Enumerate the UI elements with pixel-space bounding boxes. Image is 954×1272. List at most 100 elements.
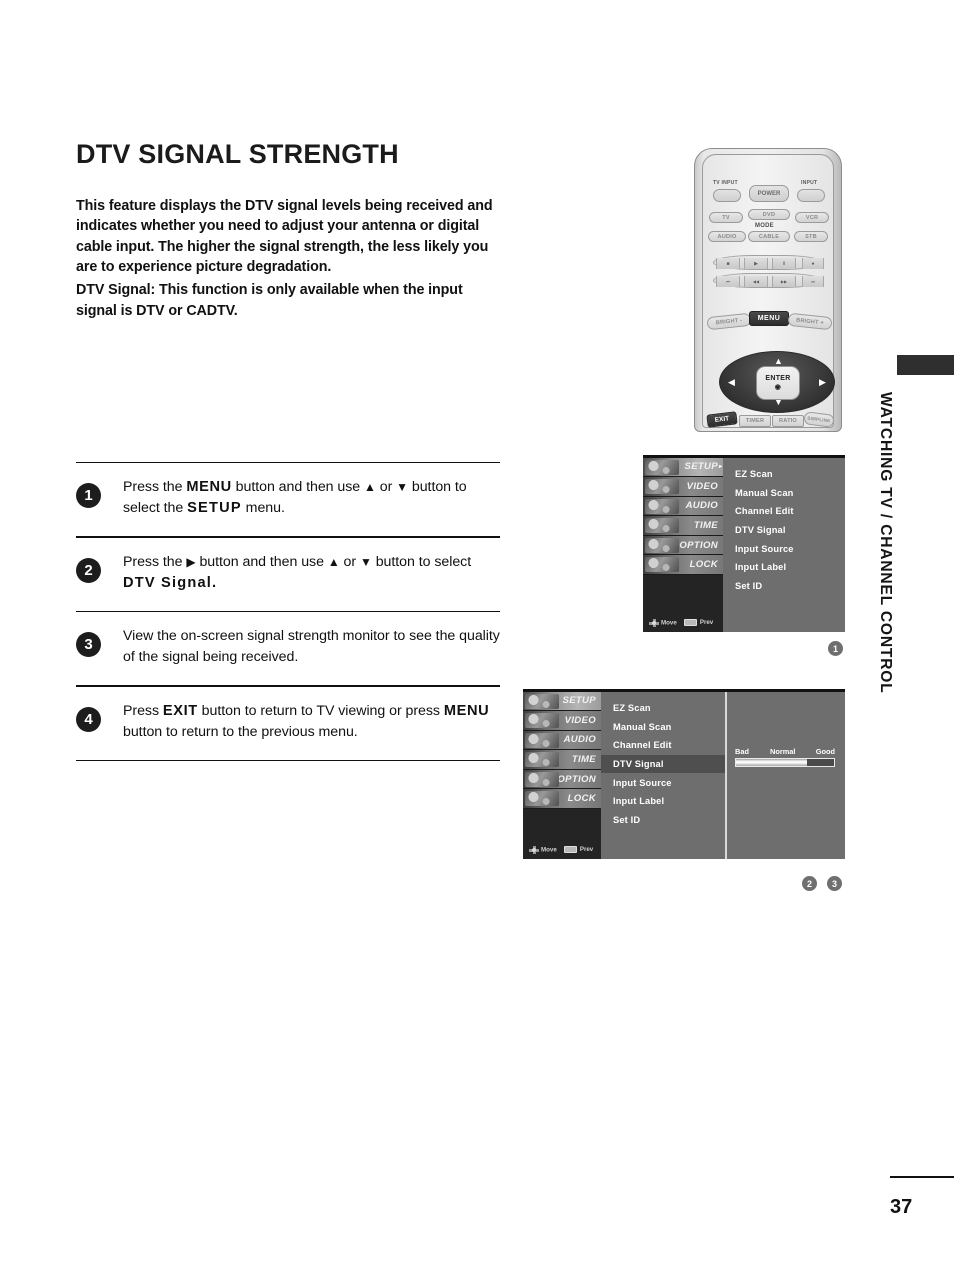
tv-mode-button[interactable]: TV <box>709 212 743 223</box>
signal-label-good: Good <box>815 747 835 756</box>
osd-sidebar-item-label: AUDIO <box>563 734 596 746</box>
tv-input-button[interactable] <box>713 189 741 202</box>
osd-sidebar-item-setup[interactable]: SETUP ▸ <box>643 457 723 478</box>
osd-menu-item-set-id[interactable]: Set ID <box>723 577 845 596</box>
osd-sidebar-item-time[interactable]: TIME <box>643 516 723 536</box>
dpad-icon <box>649 619 659 627</box>
remote-control-illustration: TV INPUT POWER INPUT TV DVD VCR MODE AUD… <box>694 148 842 432</box>
osd-sidebar: SETUP ▸ VIDEO AUDIO TIME OPTION LOCK Move Prev <box>643 457 723 632</box>
osd-menu-item-input-label[interactable]: Input Label <box>723 558 845 577</box>
transport-row-2: ⏮ ◀◀ ▶▶ ⏭ <box>713 273 824 288</box>
osd-sidebar-item-label: TIME <box>693 520 718 532</box>
dpad[interactable]: ▲ ▼ ◀ ▶ ENTER ◉ <box>719 351 835 413</box>
osd-menu-item-channel-edit[interactable]: Channel Edit <box>601 736 725 755</box>
osd-sidebar-item-time[interactable]: TIME <box>523 750 601 770</box>
osd-menu-item-manual-scan[interactable]: Manual Scan <box>601 718 725 737</box>
step-text: Press the MENU button and then use ▲ or … <box>123 479 467 517</box>
rewind-button[interactable]: ◀◀ <box>744 276 768 287</box>
osd-sidebar-item-label: TIME <box>571 754 596 766</box>
osd-hint-bar: Move Prev <box>649 619 713 627</box>
fast-forward-button[interactable]: ▶▶ <box>772 276 796 287</box>
bright-plus-button[interactable]: BRIGHT + <box>787 312 833 331</box>
osd-screenshot-1: SETUP ▸ VIDEO AUDIO TIME OPTION LOCK Move Prev… <box>643 455 845 632</box>
osd-sidebar-item-video[interactable]: VIDEO <box>523 711 601 731</box>
stop-button[interactable]: ■ <box>716 258 740 269</box>
osd-menu-item-manual-scan[interactable]: Manual Scan <box>723 484 845 503</box>
step-1: 1 Press the MENU button and then use ▲ o… <box>76 463 500 536</box>
exit-button[interactable]: EXIT <box>706 411 738 428</box>
skip-forward-button[interactable]: ⏭ <box>802 276 824 287</box>
osd-menu-item-input-label[interactable]: Input Label <box>601 792 725 811</box>
osd-menu-item-channel-edit[interactable]: Channel Edit <box>723 502 845 521</box>
osd-sidebar-item-video[interactable]: VIDEO <box>643 477 723 497</box>
prev-hint: Prev <box>563 846 593 854</box>
osd-menu-item-ez-scan[interactable]: EZ Scan <box>601 699 725 718</box>
content-column: DTV SIGNAL STRENGTH This feature display… <box>76 139 500 322</box>
vcr-mode-button[interactable]: VCR <box>795 212 829 223</box>
osd-hint-bar: Move Prev <box>529 846 593 854</box>
audio-mode-button[interactable]: AUDIO <box>708 231 746 242</box>
move-hint: Move <box>649 619 677 627</box>
down-arrow-icon: ▼ <box>359 554 372 569</box>
osd-menu-item-dtv-signal[interactable]: DTV Signal <box>723 521 845 540</box>
ratio-button[interactable]: RATIO <box>772 415 804 427</box>
menu-button[interactable]: MENU <box>749 311 789 326</box>
osd-menu-item-input-source[interactable]: Input Source <box>601 773 725 792</box>
setup-key: SETUP <box>187 500 242 517</box>
cable-mode-button[interactable]: CABLE <box>748 231 790 242</box>
osd-sidebar-item-option[interactable]: OPTION <box>523 769 601 790</box>
dpad-right-icon[interactable]: ▶ <box>819 378 826 387</box>
manual-page: DTV SIGNAL STRENGTH This feature display… <box>0 0 954 1272</box>
enter-dot-icon: ◉ <box>774 384 782 391</box>
signal-bar-fill <box>736 759 807 766</box>
up-arrow-icon: ▲ <box>327 554 340 569</box>
menu-key-icon <box>563 846 577 854</box>
record-button[interactable]: ● <box>802 258 824 269</box>
power-button[interactable]: POWER <box>749 185 789 202</box>
osd-sidebar-item-audio[interactable]: AUDIO <box>643 496 723 517</box>
figure-badge-1: 1 <box>828 641 843 656</box>
mode-label: MODE <box>755 223 774 229</box>
osd-sidebar-item-lock[interactable]: LOCK <box>643 555 723 576</box>
skip-back-button[interactable]: ⏮ <box>716 276 740 287</box>
osd-sidebar-item-lock[interactable]: LOCK <box>523 789 601 810</box>
input-label: INPUT <box>801 180 818 186</box>
step-2: 2 Press the ▶ button and then use ▲ or ▼… <box>76 538 500 611</box>
step-number-badge: 4 <box>76 706 101 732</box>
osd-sidebar-item-setup[interactable]: SETUP <box>523 691 601 712</box>
signal-strength-meter: Bad Normal Good <box>735 747 835 767</box>
simplink-button[interactable]: SIMPLINK <box>803 411 835 428</box>
osd-menu-item-dtv-signal[interactable]: DTV Signal <box>601 754 725 774</box>
bright-minus-button[interactable]: BRIGHT - <box>706 312 752 331</box>
input-button[interactable] <box>797 189 825 202</box>
exit-key: EXIT <box>162 702 198 719</box>
dpad-up-icon[interactable]: ▲ <box>774 357 783 366</box>
step-text: Press EXIT button to return to TV viewin… <box>123 702 490 740</box>
osd-menu-item-ez-scan[interactable]: EZ Scan <box>723 465 845 484</box>
up-arrow-icon: ▲ <box>364 480 376 495</box>
steps-list: 1 Press the MENU button and then use ▲ o… <box>76 462 500 761</box>
intro-text: This feature displays the DTV signal lev… <box>76 196 500 322</box>
osd-sidebar-item-option[interactable]: OPTION <box>643 535 723 556</box>
dvd-mode-button[interactable]: DVD <box>748 209 790 220</box>
osd-menu-item-set-id[interactable]: Set ID <box>601 811 725 830</box>
step-number-badge: 1 <box>76 483 101 509</box>
dpad-left-icon[interactable]: ◀ <box>728 378 735 387</box>
menu-key: MENU <box>186 479 232 496</box>
play-button[interactable]: ▶ <box>744 258 768 269</box>
osd-sidebar-selected-arrow-icon: ▸ <box>718 463 722 470</box>
pause-button[interactable]: Ⅱ <box>772 258 796 269</box>
menu-key: MENU <box>443 702 490 719</box>
menu-key-icon <box>683 619 697 627</box>
osd-sidebar-item-audio[interactable]: AUDIO <box>523 730 601 751</box>
timer-button[interactable]: TIMER <box>739 415 771 427</box>
osd-sidebar-item-label: SETUP <box>562 695 596 707</box>
osd-menu-list: EZ Scan Manual Scan Channel Edit DTV Signal… <box>723 465 845 595</box>
osd-menu-item-input-source[interactable]: Input Source <box>723 539 845 558</box>
osd-menu-list: EZ Scan Manual Scan Channel Edit DTV Signal… <box>601 699 725 829</box>
enter-button[interactable]: ENTER ◉ <box>756 366 800 400</box>
dpad-icon <box>529 846 539 854</box>
step-4: 4 Press EXIT button to return to TV view… <box>76 687 500 760</box>
step-3: 3 View the on-screen signal strength mon… <box>76 612 500 685</box>
stb-mode-button[interactable]: STB <box>794 231 828 242</box>
